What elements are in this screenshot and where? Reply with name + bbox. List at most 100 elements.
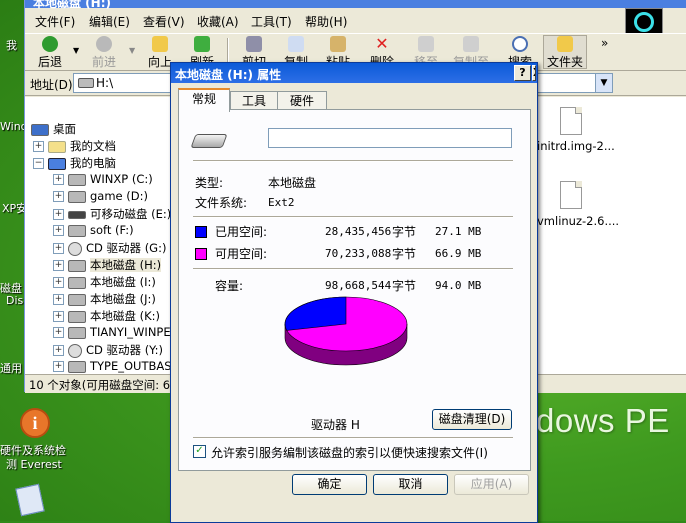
tree-item-drive-d[interactable]: + game (D:) [53, 189, 148, 205]
menu-help[interactable]: 帮助(H) [305, 13, 347, 30]
file-name[interactable]: initrd.img-2... [537, 139, 615, 153]
tree-item-drive-k[interactable]: + 本地磁盘 (K:) [53, 308, 160, 324]
back-button[interactable]: 后退 [35, 36, 65, 70]
menu-edit[interactable]: 编辑(E) [89, 13, 130, 30]
expand-plus-icon[interactable]: + [53, 260, 64, 271]
tree-item-drive-f[interactable]: + soft (F:) [53, 223, 134, 239]
cd-drive-icon [68, 343, 82, 358]
folders-button[interactable]: 文件夹 [543, 35, 587, 69]
collapse-minus-icon[interactable]: − [33, 158, 44, 169]
tree-item-drive-c[interactable]: + WINXP (C:) [53, 172, 153, 188]
desktop-icon-label[interactable]: 测 Everest [6, 456, 62, 472]
close-button[interactable]: X [532, 65, 536, 81]
tree-item-drive-y[interactable]: + CD 驱动器 (Y:) [53, 342, 163, 358]
tree-item-desktop[interactable]: 桌面 [31, 121, 76, 137]
capacity-bytes: 98,668,544 [325, 279, 392, 292]
expand-plus-icon[interactable]: + [53, 361, 64, 372]
tree-item-my-computer[interactable]: − 我的电脑 [33, 155, 116, 171]
paste-icon [330, 36, 346, 52]
toolbar-overflow-chevron[interactable]: » [601, 36, 608, 50]
divider [193, 160, 513, 162]
forward-button[interactable]: 前进 [89, 36, 119, 70]
tab-general[interactable]: 常规 [178, 88, 230, 112]
help-button[interactable]: ? [514, 65, 531, 81]
volume-name-input[interactable] [268, 128, 512, 148]
tree-item-tianyi-winpe[interactable]: + TIANYI_WINPE ( [53, 325, 171, 341]
back-dropdown-icon[interactable]: ▼ [73, 46, 79, 55]
expand-plus-icon[interactable]: + [53, 174, 64, 185]
folder-tree: 桌面 + 我的文档 − 我的电脑 + WINXP (C:) + game (D:) + 可… [25, 97, 172, 374]
move-to-icon [418, 36, 434, 52]
tree-item-documents[interactable]: + 我的文档 [33, 138, 116, 154]
menu-favorites[interactable]: 收藏(A) [197, 13, 239, 30]
disk-usage-pie [284, 296, 408, 366]
tree-item-drive-j[interactable]: + 本地磁盘 (J:) [53, 291, 156, 307]
divider [193, 216, 513, 218]
tree-item-drive-h[interactable]: + 本地磁盘 (H:) [53, 257, 162, 273]
expand-plus-icon[interactable]: + [33, 141, 44, 152]
menu-tools[interactable]: 工具(T) [251, 13, 292, 30]
used-space-unit: 字节 [392, 225, 417, 239]
expand-plus-icon[interactable]: + [53, 243, 64, 254]
tree-item-drive-i[interactable]: + 本地磁盘 (I:) [53, 274, 156, 290]
delete-x-icon: ✕ [375, 34, 389, 53]
expand-plus-icon[interactable]: + [53, 294, 64, 305]
address-dropdown-icon[interactable]: ▼ [595, 74, 612, 92]
drive-icon [68, 293, 86, 306]
desktop-icon-label[interactable]: 通用 [0, 360, 22, 376]
used-space-size: 27.1 MB [435, 225, 482, 238]
forward-arrow-icon [96, 36, 112, 52]
free-space-bytes: 70,233,088 [325, 247, 392, 260]
windows-logo [625, 8, 663, 36]
ok-button[interactable]: 确定 [292, 474, 367, 495]
expand-plus-icon[interactable]: + [53, 209, 64, 220]
drive-icon [68, 360, 86, 373]
index-checkbox-label[interactable]: 允许索引服务编制该磁盘的索引以便快速搜索文件(I) [211, 444, 488, 461]
expand-plus-icon[interactable]: + [53, 311, 64, 322]
cancel-button[interactable]: 取消 [373, 474, 448, 495]
tool-icon[interactable] [15, 483, 45, 517]
copy-icon [288, 36, 304, 52]
index-checkbox[interactable]: ✓ [193, 445, 206, 458]
address-label: 地址(D) [30, 78, 73, 92]
file-icon[interactable] [560, 181, 582, 209]
file-icon[interactable] [560, 107, 582, 135]
tree-item-type-outbase[interactable]: +TYPE_OUTBASE ( [53, 359, 171, 374]
divider [193, 437, 513, 439]
general-panel: 类型: 本地磁盘 文件系统: Ext2 已用空间: 28,435,456 字节 … [178, 109, 531, 471]
documents-icon [48, 140, 66, 153]
refresh-icon [194, 36, 210, 52]
expand-plus-icon[interactable]: + [53, 327, 64, 338]
tab-tools[interactable]: 工具 [230, 91, 278, 110]
capacity-unit: 字节 [392, 279, 417, 293]
explorer-title-bar[interactable]: 本地磁盘 (H:) [25, 0, 686, 10]
drive-icon [68, 173, 86, 186]
free-space-size: 66.9 MB [435, 247, 482, 260]
tab-hardware[interactable]: 硬件 [277, 91, 327, 110]
forward-dropdown-icon[interactable]: ▼ [129, 46, 135, 55]
expand-plus-icon[interactable]: + [53, 277, 64, 288]
filesystem-value: Ext2 [268, 196, 295, 209]
folders-icon [557, 36, 573, 52]
expand-plus-icon[interactable]: + [53, 225, 64, 236]
expand-plus-icon[interactable]: + [53, 345, 64, 356]
free-space-unit: 字节 [392, 247, 417, 261]
file-name[interactable]: vmlinuz-2.6.... [537, 214, 619, 228]
tree-item-drive-g[interactable]: + CD 驱动器 (G:) [53, 240, 166, 256]
dialog-title: 本地磁盘 (H:) 属性 [175, 68, 282, 82]
capacity-size: 94.0 MB [435, 279, 482, 292]
info-icon[interactable]: i [20, 408, 50, 438]
desktop-icon-label[interactable]: Dis [6, 294, 23, 307]
desktop-icon-label[interactable]: 我 [6, 37, 17, 53]
status-text: 10 个对象(可用磁盘空间: 66 [29, 378, 178, 392]
apply-button[interactable]: 应用(A) [454, 474, 529, 495]
dialog-title-bar[interactable]: 本地磁盘 (H:) 属性 ? X [171, 63, 537, 83]
tree-item-drive-e[interactable]: + 可移动磁盘 (E:) [53, 206, 171, 222]
disk-cleanup-button[interactable]: 磁盘清理(D) [432, 409, 512, 430]
expand-plus-icon[interactable]: + [53, 191, 64, 202]
menu-bar: 文件(F) 编辑(E) 查看(V) 收藏(A) 工具(T) 帮助(H) [25, 9, 686, 31]
menu-file[interactable]: 文件(F) [35, 13, 75, 30]
menu-view[interactable]: 查看(V) [143, 13, 185, 30]
drive-icon [68, 310, 86, 323]
free-space-label: 可用空间: [215, 247, 268, 261]
